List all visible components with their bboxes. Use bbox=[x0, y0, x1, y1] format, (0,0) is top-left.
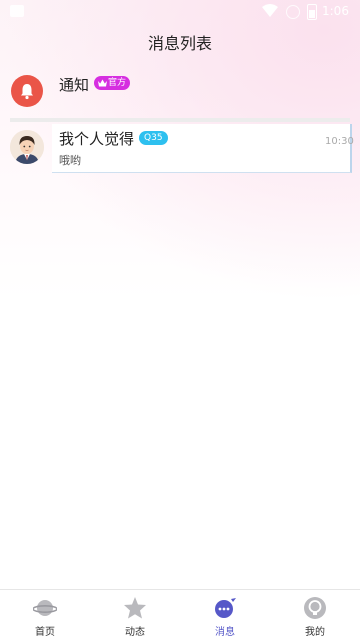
signal-icon bbox=[286, 5, 300, 19]
tab-moments[interactable]: 动态 bbox=[90, 590, 180, 641]
official-badge: 官方 bbox=[94, 76, 131, 90]
conversation-time: 10:30 bbox=[325, 136, 354, 147]
conversation-preview: 哦哟 bbox=[59, 154, 81, 167]
level-badge: Q35 bbox=[139, 131, 168, 145]
chat-bubble-icon bbox=[215, 598, 236, 618]
avatar[interactable] bbox=[10, 130, 44, 164]
bell-icon bbox=[11, 75, 43, 107]
wifi-icon bbox=[262, 4, 278, 17]
conversation-name: 我个人觉得 bbox=[59, 130, 135, 148]
tab-profile[interactable]: 我的 bbox=[270, 590, 360, 641]
battery-icon bbox=[307, 4, 317, 20]
status-bar: 1:06 bbox=[0, 0, 360, 24]
tab-messages[interactable]: 消息 bbox=[180, 590, 270, 641]
tab-home-label: 首页 bbox=[35, 627, 55, 638]
notification-icon bbox=[10, 5, 24, 17]
official-badge-text: 官方 bbox=[108, 78, 127, 88]
tab-messages-label: 消息 bbox=[215, 627, 235, 638]
tab-home[interactable]: 首页 bbox=[0, 590, 90, 641]
status-time: 1:06 bbox=[322, 4, 349, 18]
bottom-tab-bar: 首页 动态 消息 我的 bbox=[0, 589, 360, 641]
star-icon bbox=[124, 597, 146, 619]
bulb-icon bbox=[304, 597, 326, 619]
tab-moments-label: 动态 bbox=[125, 627, 145, 638]
notice-label: 通知 bbox=[59, 76, 90, 94]
section-divider bbox=[10, 118, 350, 122]
planet-icon bbox=[33, 600, 57, 616]
conversation-item[interactable]: 我个人觉得 Q35 哦哟 10:30 bbox=[0, 124, 354, 173]
level-badge-value: 35 bbox=[151, 133, 163, 143]
page-title: 消息列表 bbox=[147, 34, 212, 53]
tab-profile-label: 我的 bbox=[305, 627, 325, 638]
notice-row[interactable]: 通知 官方 bbox=[0, 70, 360, 114]
crown-icon bbox=[98, 79, 107, 87]
